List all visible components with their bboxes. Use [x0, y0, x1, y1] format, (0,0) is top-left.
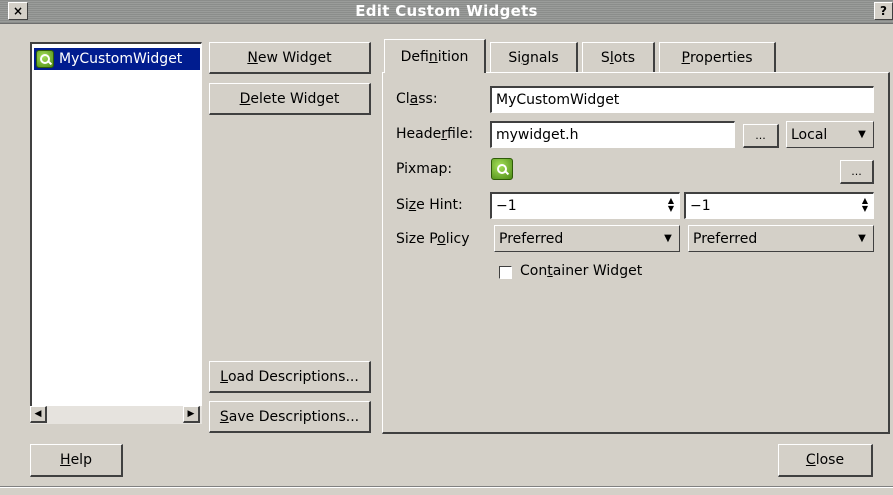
load-descriptions-mnemonic: L: [220, 368, 228, 385]
chevron-down-icon: ▼: [664, 233, 672, 244]
save-descriptions-label: ave Descriptions...: [228, 408, 360, 425]
tab-slots-label-pre: S: [600, 49, 610, 66]
container-widget-checkbox[interactable]: [499, 266, 512, 279]
list-item[interactable]: MyCustomWidget: [34, 48, 200, 70]
chevron-down-icon: ▼: [858, 233, 866, 244]
chevron-down-icon: ▼: [858, 129, 866, 140]
tab-signals-mnemonic: g: [521, 49, 531, 66]
pixmap-preview-icon: [491, 158, 513, 180]
tab-signals-label-pre: Si: [508, 49, 522, 66]
size-hint-label-pre: Si: [396, 197, 409, 213]
help-title-button[interactable]: ?: [874, 2, 893, 20]
class-label-pre: Cl: [396, 91, 410, 107]
help-label: elp: [70, 452, 92, 468]
list-horizontal-scrollbar[interactable]: ◀ ▶: [30, 406, 202, 424]
scroll-right-button[interactable]: ▶: [183, 406, 200, 423]
size-policy-label: Size Policy: [396, 231, 469, 247]
size-policy-vertical-select[interactable]: Preferred ▼: [688, 225, 874, 252]
class-input[interactable]: MyCustomWidget: [490, 86, 874, 113]
class-label-mnemonic: a: [409, 91, 419, 107]
size-hint-width-spinbox[interactable]: −1 ▲ ▼: [490, 192, 680, 219]
help-button[interactable]: Help: [30, 444, 123, 477]
tab-definition-mnemonic: n: [428, 48, 438, 65]
tab-definition-label-post: ition: [437, 48, 469, 65]
headerfile-label: Headerfile:: [396, 126, 473, 142]
arrow-right-icon: ▶: [187, 409, 195, 419]
scroll-left-button[interactable]: ◀: [30, 406, 47, 423]
size-hint-label: Size Hint:: [396, 197, 463, 213]
class-label-post: ss:: [418, 91, 438, 107]
size-policy-label-pre: Size P: [396, 231, 438, 247]
close-mnemonic: C: [805, 452, 816, 468]
close-button[interactable]: Close: [778, 444, 873, 477]
size-policy-vertical-value: Preferred: [693, 230, 758, 247]
headerfile-label-pre: Heade: [396, 126, 442, 142]
headerfile-input[interactable]: mywidget.h: [490, 121, 735, 148]
container-widget-label[interactable]: Container Widget: [520, 263, 642, 279]
tab-signals-label-post: nals: [530, 49, 559, 66]
size-policy-horizontal-value: Preferred: [499, 230, 564, 247]
load-descriptions-button[interactable]: Load Descriptions...: [209, 361, 371, 393]
headerfile-label-post: file:: [447, 126, 474, 142]
bottom-divider: [0, 486, 893, 488]
size-policy-horizontal-select[interactable]: Preferred ▼: [494, 225, 680, 252]
tab-properties[interactable]: Properties: [659, 42, 776, 72]
size-hint-height-spinbox[interactable]: −1 ▲ ▼: [684, 192, 874, 219]
new-widget-button[interactable]: New Widget: [209, 42, 371, 74]
size-hint-height-value: −1: [690, 198, 711, 214]
pixmap-label: Pixmap:: [396, 161, 453, 177]
delete-widget-label: elete Widget: [250, 90, 340, 107]
whats-this-icon: ?: [880, 4, 887, 18]
tab-slots-label-post: ots: [613, 49, 636, 66]
include-scope-select[interactable]: Local ▼: [786, 121, 874, 148]
delete-widget-button[interactable]: Delete Widget: [209, 83, 371, 115]
widget-list[interactable]: MyCustomWidget: [30, 42, 202, 422]
tab-properties-mnemonic: P: [681, 49, 690, 66]
size-policy-label-mnemonic: o: [437, 231, 446, 247]
pixmap-browse-button[interactable]: ...: [840, 160, 874, 184]
delete-widget-mnemonic: D: [239, 90, 251, 107]
tab-signals[interactable]: Si g nals: [490, 42, 578, 72]
close-label: lose: [815, 452, 845, 468]
tab-slots[interactable]: Sl ots: [582, 42, 655, 72]
headerfile-browse-button[interactable]: ...: [743, 124, 779, 148]
save-descriptions-button[interactable]: Save Descriptions...: [209, 401, 371, 433]
new-widget-label: ew Widget: [257, 49, 332, 66]
load-descriptions-label: oad Descriptions...: [227, 368, 359, 385]
tab-definition-label-pre: Defi: [400, 48, 429, 65]
tab-definition[interactable]: Defi n ition: [384, 39, 486, 73]
save-descriptions-mnemonic: S: [219, 408, 229, 425]
new-widget-mnemonic: N: [247, 49, 258, 66]
class-label: Class:: [396, 91, 438, 107]
container-label-pre: Con: [520, 263, 548, 279]
tab-properties-label-post: roperties: [689, 49, 753, 66]
qt-designer-icon: [36, 50, 54, 68]
size-policy-label-post: licy: [445, 231, 470, 247]
arrow-left-icon: ◀: [34, 409, 42, 419]
include-scope-value: Local: [791, 126, 828, 143]
window-title: Edit Custom Widgets: [355, 2, 538, 20]
spin-arrows-icon[interactable]: ▲ ▼: [665, 197, 677, 215]
list-item-label: MyCustomWidget: [59, 51, 183, 67]
size-hint-width-value: −1: [496, 198, 517, 214]
size-hint-label-post: e Hint:: [416, 197, 463, 213]
spin-arrows-icon[interactable]: ▲ ▼: [859, 197, 871, 215]
help-mnemonic: H: [60, 452, 71, 468]
container-label-post: ainer Widget: [552, 263, 643, 279]
